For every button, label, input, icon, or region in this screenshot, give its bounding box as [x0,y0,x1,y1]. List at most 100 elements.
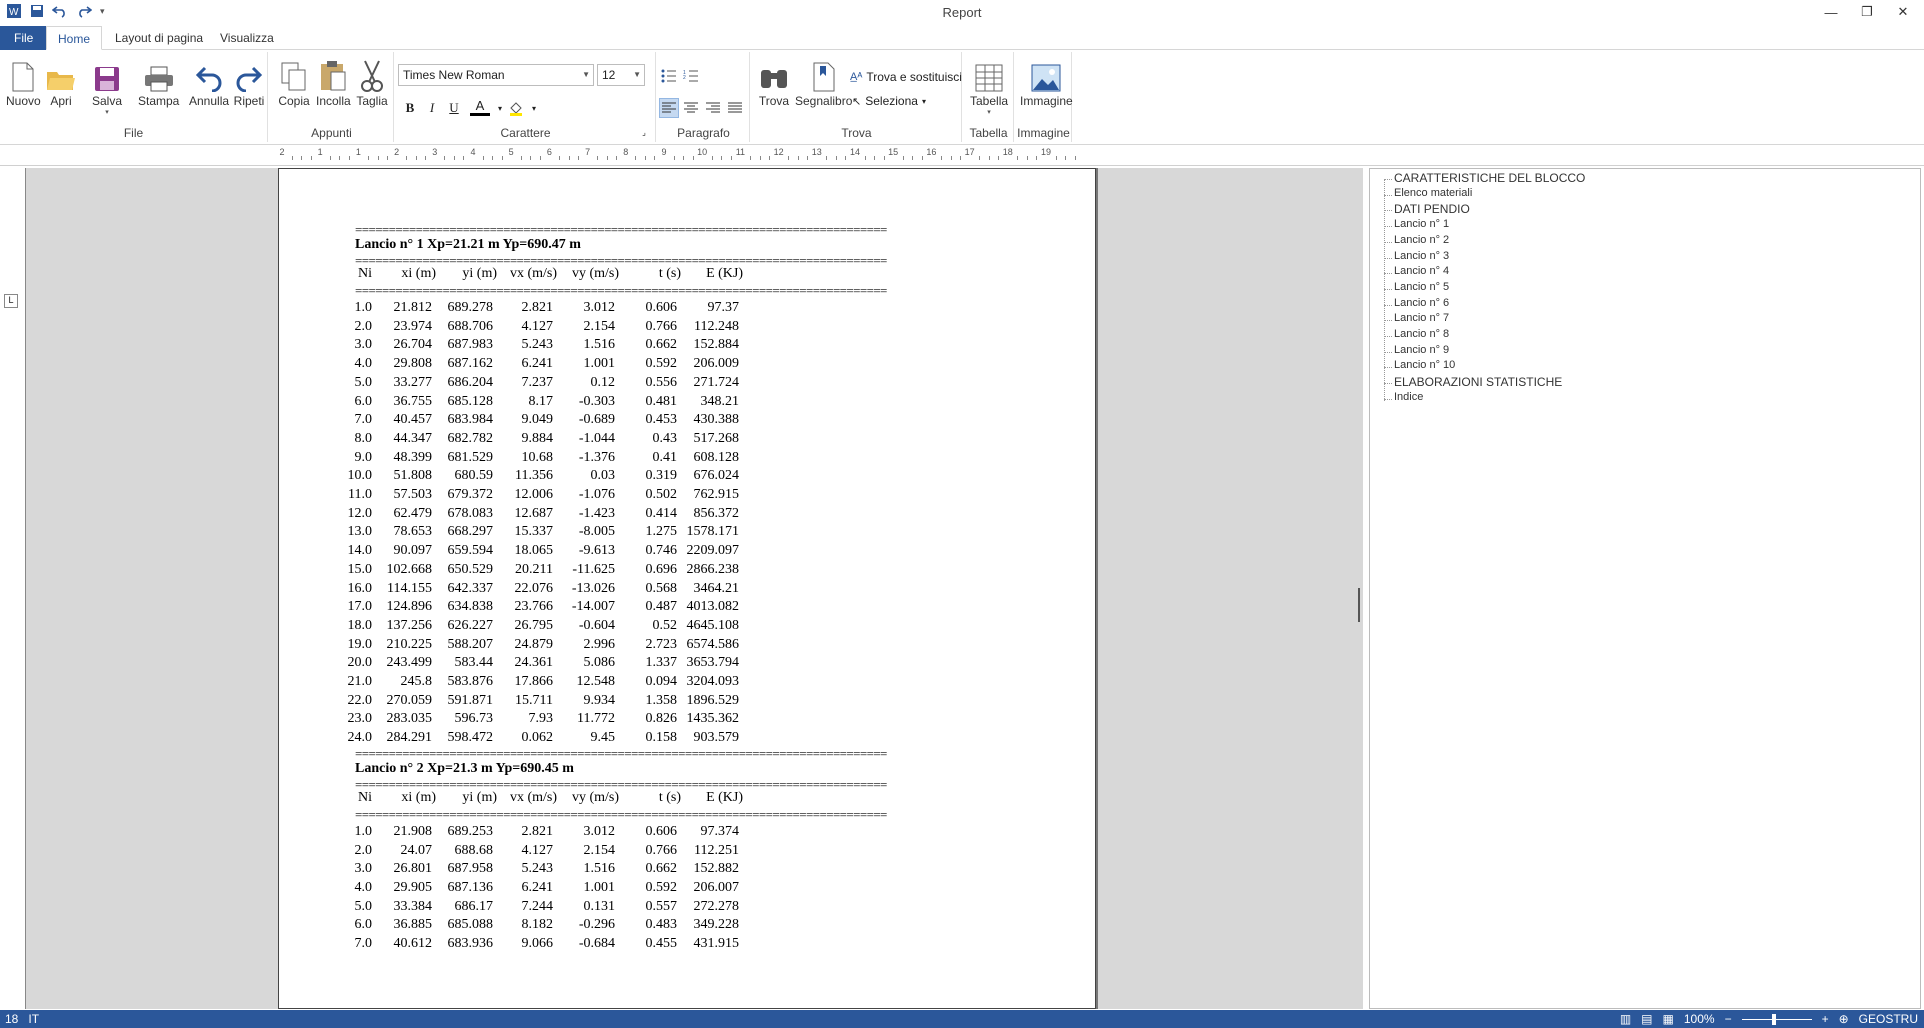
italic-button[interactable]: I [422,98,442,118]
table-cell: 9.049 [521,412,554,428]
find-button[interactable]: Trova [758,58,790,108]
table-cell: 57.503 [393,487,433,502]
new-button[interactable]: Nuovo [6,58,41,108]
ruler-tick [874,156,876,160]
chevron-down-icon[interactable]: ▾ [524,98,544,118]
table-button[interactable]: Tabella ▾ [970,58,1008,116]
underline-button[interactable]: U [444,98,464,118]
table-cell: -0.296 [578,917,615,933]
outline-item[interactable]: Lancio n° 4 [1394,265,1449,277]
table-cell: 7.244 [521,898,554,914]
justify-icon[interactable] [725,98,745,118]
table-cell: 4.0 [354,879,373,895]
bookmark-button[interactable]: Segnalibro [795,58,852,108]
table-cell: 583.876 [447,674,494,689]
ruler-tick [998,156,1000,160]
column-header-row: Ni xi (m) yi (m) vx (m/s) vy (m/s) t (s) E (KJ… [279,790,1095,808]
outline-item[interactable]: CARATTERISTICHE DEL BLOCCO [1394,171,1585,185]
ruler-tick [635,156,637,160]
table-cell: 1.0 [354,823,373,839]
outline-item[interactable]: ELABORAZIONI STATISTICHE [1394,375,1562,389]
read-mode-icon[interactable]: ▥ [1620,1010,1631,1028]
horizontal-ruler[interactable]: 2 1 1 2 3 4 5 6 7 8 9 10 11 12 13 14 15 16 17 18 19 [278,146,1094,166]
outline-item[interactable]: Elenco materiali [1394,187,1472,199]
outline-item[interactable]: Lancio n° 9 [1394,344,1449,356]
outline-item[interactable]: Lancio n° 6 [1394,297,1449,309]
ruler-number: 3 [432,147,438,157]
print-layout-icon[interactable]: ▤ [1641,1010,1652,1028]
outline-item[interactable]: Lancio n° 10 [1394,359,1455,371]
outline-item[interactable]: Lancio n° 7 [1394,312,1449,324]
table-cell: 9.066 [521,936,554,951]
redo-button[interactable]: Ripeti [233,58,265,108]
numbered-list-icon[interactable]: 12 [681,66,701,86]
zoom-slider[interactable] [1741,1013,1812,1025]
web-layout-icon[interactable]: ▦ [1663,1010,1674,1028]
table-cell: 0.319 [645,468,678,484]
table-cell: 2.996 [583,636,616,652]
table-cell: 0.481 [645,393,678,409]
splitter-grip[interactable] [1358,588,1360,622]
cut-button[interactable]: Taglia [356,58,388,108]
zoom-thumb[interactable] [1771,1013,1776,1025]
bold-button[interactable]: B [400,98,420,118]
user-name: GEOSTRU [1858,1012,1918,1026]
table-cell: -1.076 [578,487,615,502]
outline-item[interactable]: DATI PENDIO [1394,202,1470,216]
table-row: 20.0 243.499 583.44 24.361 5.086 1.337 3653.79… [279,655,1095,673]
tree-connector [1384,226,1392,228]
undo-button[interactable]: Annulla [189,58,229,108]
table-cell: 11.356 [515,468,553,484]
tab-home[interactable]: Home [46,26,103,50]
font-color-button[interactable]: A [470,98,490,116]
table-row: 6.0 36.755 685.128 8.17 -0.303 0.481 348.21 [279,394,1095,412]
outline-item[interactable]: Lancio n° 5 [1394,281,1449,293]
outline-item[interactable]: Indice [1394,391,1423,403]
font-family-combo[interactable]: Times New Roman ▼ [398,64,594,86]
outline-item[interactable]: Lancio n° 2 [1394,234,1449,246]
title-bar: W ▾ Report — ❐ ✕ [0,0,1924,24]
minimize-button[interactable]: — [1816,0,1846,24]
table-cell: 6.0 [354,917,373,933]
restore-button[interactable]: ❐ [1852,0,1882,24]
table-cell: 0.094 [645,674,678,689]
outline-item[interactable]: Lancio n° 1 [1394,218,1449,230]
highlight-color-button[interactable] [506,98,526,118]
outline-item[interactable]: Lancio n° 8 [1394,328,1449,340]
table-cell: 0.592 [645,356,678,372]
zoom-in-icon[interactable]: + [1822,1010,1829,1028]
panel-splitter[interactable] [1358,168,1362,1009]
paste-button[interactable]: Incolla [316,58,351,108]
copy-button[interactable]: Copia [278,58,310,108]
image-button[interactable]: Immagine [1020,58,1073,108]
close-button[interactable]: ✕ [1888,0,1918,24]
ruler-tick [578,156,580,160]
align-right-icon[interactable] [703,98,723,118]
table-cell: 687.136 [447,879,494,895]
document-outline: CARATTERISTICHE DEL BLOCCO Elenco materia… [1369,168,1921,1009]
outline-item[interactable]: Lancio n° 3 [1394,250,1449,262]
open-button[interactable]: Apri [45,58,77,108]
table-cell: 24.361 [514,655,554,671]
find-replace-button[interactable]: A̲ᴬ Trova e sostituisci [850,70,962,84]
font-size-combo[interactable]: 12 ▼ [597,64,645,86]
align-left-icon[interactable] [659,98,679,118]
table-cell: 4.127 [521,318,554,334]
zoom-out-icon[interactable]: − [1725,1010,1732,1028]
tab-layout[interactable]: Layout di pagina [104,26,214,50]
ruler-tick [501,156,503,160]
launch-heading: Lancio n° 1 Xp=21.21 m Yp=690.47 m [355,237,581,252]
table-cell: 1.001 [583,356,616,372]
bullet-list-icon[interactable] [659,66,679,86]
document-page[interactable]: ========================================… [278,168,1096,1009]
table-cell: 4013.082 [686,599,740,615]
tab-stop-selector[interactable]: L [4,294,18,308]
table-cell: 22.076 [514,580,554,596]
save-button[interactable]: Salva ▾ [91,58,123,116]
align-center-icon[interactable] [681,98,701,118]
select-button[interactable]: ↖ Seleziona ▾ [852,94,926,108]
tab-visualizza[interactable]: Visualizza [209,26,285,50]
print-button[interactable]: Stampa [138,58,179,108]
tab-file[interactable]: File [0,26,48,50]
table-cell: 689.253 [447,823,494,839]
